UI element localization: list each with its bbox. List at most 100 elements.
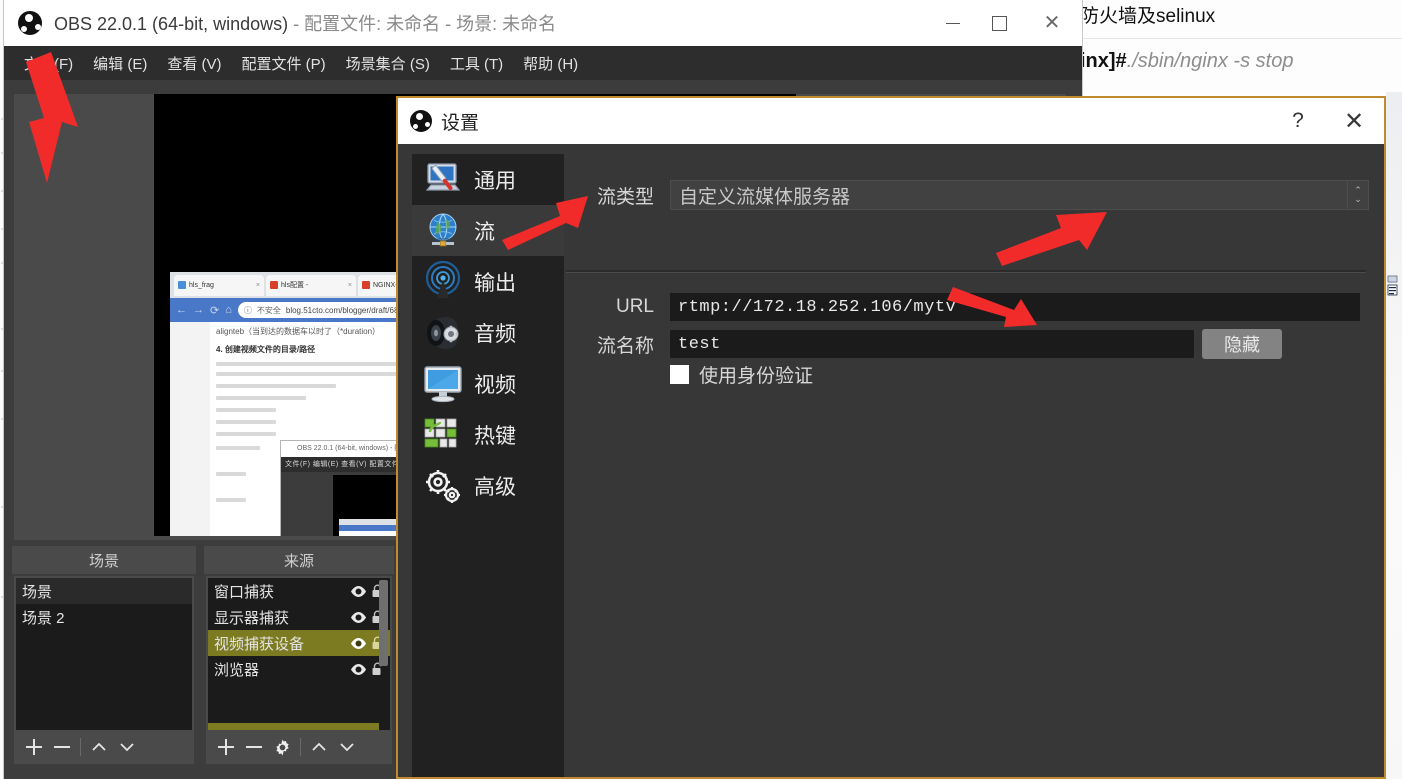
- settings-nav-label: 输出: [474, 271, 516, 295]
- settings-nav-item-output[interactable]: 输出: [412, 256, 564, 307]
- menu-item-scene-collection[interactable]: 场景集合 (S): [336, 49, 440, 78]
- nested-tab-label: hls配置 -: [281, 282, 309, 289]
- hide-stream-key-button[interactable]: 隐藏: [1202, 329, 1282, 359]
- maximize-icon: [991, 15, 1007, 31]
- move-scene-down-button[interactable]: [113, 733, 141, 761]
- settings-nav-item-video[interactable]: 视频: [412, 358, 564, 409]
- nested-page-sidebar: [170, 322, 210, 536]
- stream-type-row: 流类型 自定义流媒体服务器 ⌃ ⌄: [564, 180, 1369, 210]
- sources-list[interactable]: 窗口捕获 显示器捕获 视频捕获设备 浏览器: [208, 578, 390, 730]
- forward-icon[interactable]: →: [193, 304, 204, 316]
- obs-logo-icon: [410, 110, 432, 132]
- settings-nav-item-audio[interactable]: 音频: [412, 307, 564, 358]
- add-source-button[interactable]: [212, 733, 240, 761]
- scenes-toolbar: [14, 730, 194, 764]
- nested-tab-1[interactable]: hls配置 - ×: [266, 274, 356, 296]
- settings-nav-item-hotkeys[interactable]: 热键: [412, 409, 564, 460]
- use-auth-row[interactable]: 使用身份验证: [670, 361, 813, 388]
- favicon-icon: [362, 281, 370, 289]
- scene-label: 场景: [22, 583, 53, 601]
- hotkeys-keyboard-icon: [424, 418, 457, 447]
- general-monitor-screwdriver-icon: [425, 162, 461, 191]
- stream-key-input[interactable]: test: [670, 330, 1194, 358]
- menu-item-profile[interactable]: 配置文件 (P): [232, 49, 336, 78]
- eye-icon[interactable]: [350, 611, 367, 624]
- scenes-list[interactable]: 场景 场景 2: [16, 578, 192, 730]
- toolbar-divider: [80, 738, 81, 756]
- terminal-command: ./sbin/nginx -s stop: [1126, 50, 1294, 72]
- nested-doc-line-2: 4. 创建视频文件的目录/路径: [216, 345, 316, 354]
- favicon-icon: [178, 281, 186, 289]
- settings-nav-label: 高级: [474, 475, 516, 499]
- eye-icon[interactable]: [350, 663, 367, 676]
- scene-list-item[interactable]: 场景: [16, 578, 192, 604]
- url-label: URL: [615, 296, 654, 317]
- menu-item-edit[interactable]: 编辑 (E): [83, 49, 157, 78]
- chevron-down-icon: [340, 743, 354, 752]
- stream-key-row: 流名称 test 隐藏: [564, 329, 1282, 359]
- chevron-down-icon: ⌄: [1354, 194, 1362, 204]
- home-icon[interactable]: ⌂: [225, 304, 232, 316]
- menu-item-help[interactable]: 帮助 (H): [513, 49, 588, 78]
- nested-tab-0[interactable]: hls_frag ×: [174, 274, 264, 296]
- settings-nav-item-advanced[interactable]: 高级: [412, 460, 564, 511]
- minus-icon: [54, 746, 70, 748]
- eye-icon[interactable]: [350, 637, 367, 650]
- minimize-button[interactable]: [930, 0, 976, 46]
- settings-titlebar: 设置 ? ✕: [398, 98, 1384, 144]
- sources-scrollbar[interactable]: [379, 580, 388, 666]
- scenes-dock-title: 场景: [12, 546, 196, 574]
- settings-nav-label: 音频: [474, 322, 516, 346]
- source-list-item[interactable]: 窗口捕获: [208, 578, 390, 604]
- terminal-prompt: inx]#: [1080, 50, 1127, 72]
- remove-scene-button[interactable]: [48, 733, 76, 761]
- move-source-up-button[interactable]: [305, 733, 333, 761]
- remove-source-button[interactable]: [240, 733, 268, 761]
- obs-logo-icon: [18, 11, 42, 35]
- close-icon: ✕: [1043, 12, 1061, 34]
- obs-title-app: OBS 22.0.1 (64-bit, windows): [54, 14, 289, 34]
- obs-window-title: OBS 22.0.1 (64-bit, windows) - 配置文件: 未命名…: [54, 10, 930, 36]
- settings-nav-item-general[interactable]: 通用: [412, 154, 564, 205]
- url-row: URL rtmp://172.18.252.106/mytv: [564, 293, 1360, 321]
- move-scene-up-button[interactable]: [85, 733, 113, 761]
- url-input[interactable]: rtmp://172.18.252.106/mytv: [670, 293, 1360, 321]
- close-button[interactable]: ✕: [1022, 0, 1082, 46]
- obs-title-rest: - 配置文件: 未命名 - 场景: 未命名: [288, 14, 557, 34]
- reload-icon[interactable]: ⟳: [210, 304, 219, 317]
- video-monitor-icon: [424, 365, 462, 402]
- source-list-item[interactable]: 视频捕获设备: [208, 630, 390, 656]
- settings-nav-label: 热键: [474, 424, 516, 448]
- add-scene-button[interactable]: [20, 733, 48, 761]
- tab-close-icon[interactable]: ×: [348, 282, 352, 289]
- background-right-column: [1386, 92, 1402, 779]
- source-properties-button[interactable]: [268, 733, 296, 761]
- settings-close-button[interactable]: ✕: [1324, 98, 1384, 144]
- scene-list-item[interactable]: 场景 2: [16, 604, 192, 630]
- back-icon[interactable]: ←: [176, 304, 187, 316]
- move-source-down-button[interactable]: [333, 733, 361, 761]
- nested-tab-label: NGINX-: [373, 281, 398, 289]
- use-auth-checkbox[interactable]: [670, 365, 689, 384]
- source-list-item[interactable]: 浏览器: [208, 656, 390, 682]
- tab-close-icon[interactable]: ×: [256, 282, 260, 289]
- sources-dock: 来源 窗口捕获 显示器捕获 视频捕获设备 浏览器: [204, 546, 394, 766]
- settings-nav-item-stream[interactable]: 流: [412, 205, 564, 256]
- menu-item-tools[interactable]: 工具 (T): [440, 49, 513, 78]
- gear-icon: [275, 739, 289, 755]
- settings-help-button[interactable]: ?: [1272, 98, 1324, 144]
- chevron-up-icon: [312, 742, 326, 751]
- stream-type-spinner[interactable]: ⌃ ⌄: [1347, 180, 1369, 210]
- menu-item-view[interactable]: 查看 (V): [157, 49, 231, 78]
- eye-icon[interactable]: [350, 585, 367, 598]
- use-auth-label: 使用身份验证: [699, 366, 814, 387]
- stream-type-select[interactable]: 自定义流媒体服务器: [670, 180, 1348, 210]
- obs-titlebar: OBS 22.0.1 (64-bit, windows) - 配置文件: 未命名…: [4, 0, 1082, 46]
- maximize-button[interactable]: [976, 0, 1022, 46]
- minimize-icon: [946, 22, 960, 24]
- source-label: 浏览器: [214, 661, 260, 679]
- menu-item-file[interactable]: 文件(F): [14, 49, 83, 78]
- stream-type-value: 自定义流媒体服务器: [679, 186, 851, 208]
- source-list-item[interactable]: 显示器捕获: [208, 604, 390, 630]
- settings-nav-label: 流: [474, 220, 495, 244]
